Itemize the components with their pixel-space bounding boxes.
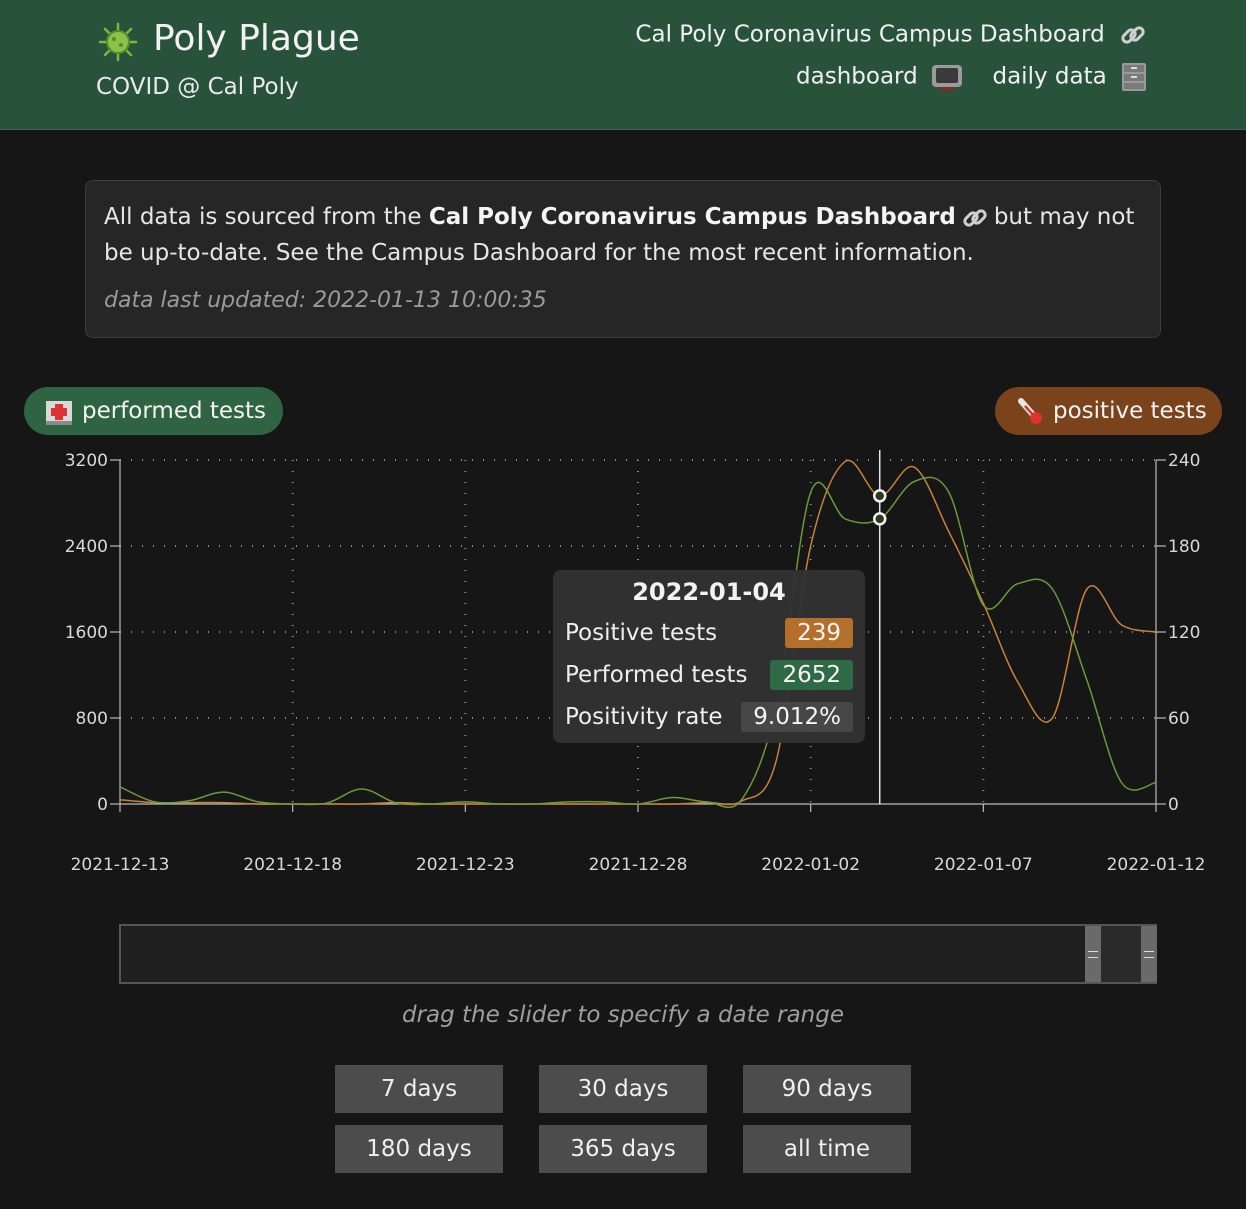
tooltip-date: 2022-01-04 <box>632 578 786 606</box>
hover-point-positive-tests <box>872 489 887 503</box>
tooltip-positivity-label: Positivity rate <box>565 704 723 730</box>
hospital-icon <box>46 400 72 425</box>
data-source-notice: All data is sourced from the Cal Poly Co… <box>85 180 1161 338</box>
last-updated-text: data last updated: 2022-01-13 10:00:35 <box>104 288 547 313</box>
top-navbar: Poly Plague COVID @ Cal Poly Cal Poly Co… <box>0 0 1246 130</box>
tooltip-positive-value: 239 <box>785 618 853 648</box>
x-tick-label: 2021-12-18 <box>243 855 342 875</box>
x-tick-label: 2022-01-12 <box>1107 855 1206 875</box>
right-tick-label: 60 <box>1168 709 1190 729</box>
slider-end-handle[interactable] <box>1141 926 1157 982</box>
thermometer-icon <box>1018 397 1042 424</box>
app-subtitle: COVID @ Cal Poly <box>96 74 299 100</box>
tooltip-positivity-value: 9.012% <box>741 702 853 732</box>
left-tick-label: 800 <box>76 709 108 729</box>
notice-text-before: All data is sourced from the <box>104 204 422 230</box>
right-tick-label: 240 <box>1168 451 1200 471</box>
virus-icon <box>98 22 138 62</box>
chart-tooltip: 2022-01-04 Positive tests 239 Performed … <box>553 570 865 743</box>
x-tick-label: 2022-01-07 <box>934 855 1033 875</box>
range-90-days-button[interactable]: 90 days <box>743 1065 911 1113</box>
daily-data-label: daily data <box>992 63 1107 90</box>
link-icon <box>1121 26 1145 44</box>
app-title[interactable]: Poly Plague <box>153 18 360 59</box>
right-tick-label: 0 <box>1168 795 1179 815</box>
source-link[interactable]: Cal Poly Coronavirus Campus Dashboard <box>429 204 956 230</box>
date-range-slider[interactable] <box>119 924 1157 984</box>
tooltip-performed-label: Performed tests <box>565 662 748 688</box>
performed-tests-toggle[interactable]: performed tests <box>24 387 283 435</box>
tooltip-performed-value: 2652 <box>770 660 853 690</box>
dashboard-link[interactable]: dashboard <box>796 62 963 92</box>
performed-tests-label: performed tests <box>82 398 267 424</box>
slider-start-handle[interactable] <box>1085 926 1101 982</box>
dashboard-label: dashboard <box>796 63 918 90</box>
range-180-days-button[interactable]: 180 days <box>335 1125 503 1173</box>
tooltip-positive-label: Positive tests <box>565 620 718 646</box>
x-tick-label: 2021-12-23 <box>416 855 515 875</box>
range-365-days-button[interactable]: 365 days <box>539 1125 707 1173</box>
x-tick-label: 2022-01-02 <box>761 855 860 875</box>
left-tick-label: 2400 <box>65 537 108 557</box>
left-tick-label: 0 <box>97 795 108 815</box>
hover-point-performed-tests <box>872 512 887 526</box>
television-icon <box>932 65 962 91</box>
x-tick-label: 2021-12-28 <box>589 855 688 875</box>
daily-data-link[interactable]: daily data <box>992 62 1148 92</box>
left-tick-label: 3200 <box>65 451 108 471</box>
campus-dashboard-link[interactable]: Cal Poly Coronavirus Campus Dashboard <box>635 20 1148 50</box>
campus-dashboard-label: Cal Poly Coronavirus Campus Dashboard <box>635 21 1105 48</box>
range-7-days-button[interactable]: 7 days <box>335 1065 503 1113</box>
link-icon <box>963 208 987 227</box>
range-30-days-button[interactable]: 30 days <box>539 1065 707 1113</box>
right-tick-label: 180 <box>1168 537 1200 557</box>
x-tick-label: 2021-12-13 <box>71 855 170 875</box>
right-tick-label: 120 <box>1168 623 1200 643</box>
file-cabinet-icon <box>1122 63 1146 91</box>
slider-hint: drag the slider to specify a date range <box>401 1002 845 1028</box>
range-all-time-button[interactable]: all time <box>743 1125 911 1173</box>
left-tick-label: 1600 <box>65 623 108 643</box>
positive-tests-label: positive tests <box>1053 398 1207 424</box>
positive-tests-toggle[interactable]: positive tests <box>995 387 1222 435</box>
